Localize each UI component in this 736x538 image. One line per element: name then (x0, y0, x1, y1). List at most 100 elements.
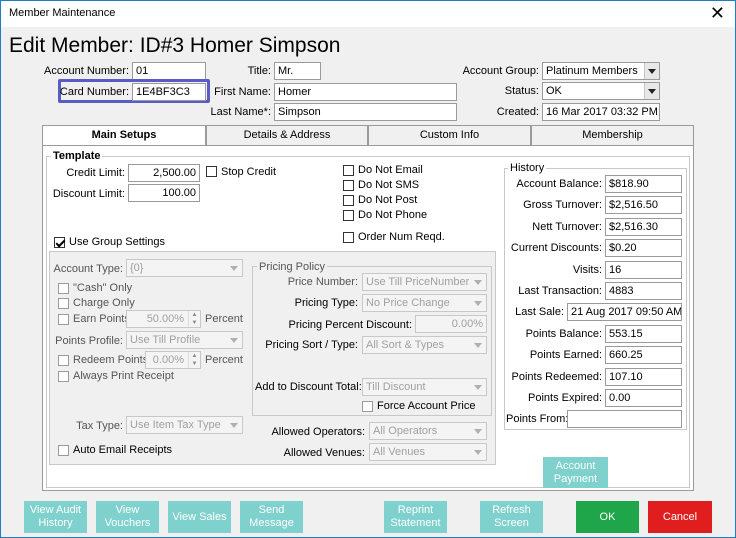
tab-main-setups[interactable]: Main Setups (42, 125, 206, 146)
redeem-points-value: 0.00% (152, 354, 184, 366)
status-value: OK (546, 85, 562, 97)
account-payment-button[interactable]: Account Payment (543, 457, 608, 488)
account-group-select[interactable]: Platinum Members (542, 62, 660, 80)
account-number-field[interactable]: 01 (132, 62, 206, 80)
redeem-points-checkbox[interactable] (58, 355, 69, 366)
chevron-down-icon (644, 83, 659, 99)
allowed-venues-label: Allowed Venues: (283, 447, 365, 459)
do-not-post-label: Do Not Post (358, 194, 418, 206)
template-heading: Template (51, 150, 103, 162)
tax-type-label: Tax Type: (76, 420, 123, 432)
add-discount-label: Add to Discount Total: (255, 381, 362, 393)
account-type-select[interactable]: {0} (126, 259, 243, 277)
view-sales-button[interactable]: View Sales (168, 501, 231, 533)
created-label: Created: (496, 106, 539, 118)
earn-points-label: Earn Points (73, 313, 130, 325)
title-bar: Member Maintenance ✕ (1, 1, 735, 27)
tab-details-address[interactable]: Details & Address (206, 125, 368, 145)
send-message-button[interactable]: Send Message (240, 501, 303, 533)
history-label: Current Discounts: (510, 242, 602, 255)
tax-type-select[interactable]: Use Item Tax Type (126, 416, 243, 434)
last-name-field[interactable]: Simpson (274, 103, 457, 121)
refresh-screen-button[interactable]: Refresh Screen (480, 501, 543, 533)
reprint-line2: Statement (390, 517, 441, 529)
order-num-reqd-checkbox[interactable] (343, 232, 354, 243)
discount-limit-field[interactable]: 100.00 (128, 184, 200, 202)
view-vouchers-line1: View (115, 504, 140, 516)
spinner-icon: ▲ ▼ (188, 311, 200, 327)
view-audit-line2: History (38, 517, 73, 529)
first-name-field[interactable]: Homer (274, 83, 457, 101)
earn-points-field[interactable]: 50.00% ▲ ▼ (126, 310, 201, 328)
view-vouchers-button[interactable]: View Vouchers (96, 501, 159, 533)
spinner-icon: ▲ ▼ (188, 352, 200, 368)
history-value: 0.00 (605, 389, 682, 407)
first-name-label: First Name: (214, 86, 271, 98)
pricing-type-select[interactable]: No Price Change (362, 294, 487, 312)
charge-only-checkbox[interactable] (58, 298, 69, 309)
credit-limit-label: Credit Limit: (66, 167, 125, 179)
history-value: $818.90 (605, 175, 682, 193)
history-label: Last Sale: (515, 306, 564, 319)
force-account-price-checkbox[interactable] (362, 401, 373, 412)
status-select[interactable]: OK (542, 82, 660, 100)
history-label: Last Transaction: (518, 285, 602, 297)
history-value: 660.25 (605, 346, 682, 365)
auto-email-receipts-checkbox[interactable] (58, 445, 69, 456)
card-number-field[interactable]: 1E4BF3C3 (132, 83, 206, 101)
use-group-settings-label: Use Group Settings (69, 236, 165, 248)
close-icon[interactable]: ✕ (710, 3, 725, 23)
redeem-points-field[interactable]: 0.00% ▲ ▼ (145, 351, 201, 369)
force-account-price-label: Force Account Price (377, 400, 476, 412)
refresh-line1: Refresh (492, 504, 531, 516)
do-not-post-checkbox[interactable] (343, 195, 354, 206)
charge-only-label: Charge Only (73, 297, 135, 309)
history-value: 21 Aug 2017 09:50 AM (567, 303, 682, 322)
pricing-percent-field[interactable]: 0.00% (415, 315, 487, 333)
tab-membership[interactable]: Membership (531, 125, 694, 145)
always-print-receipt-checkbox[interactable] (58, 371, 69, 382)
ok-button[interactable]: OK (576, 501, 639, 533)
points-profile-select[interactable]: Use Till Profile (126, 331, 243, 349)
do-not-email-label: Do Not Email (358, 164, 423, 176)
history-label: Visits: (572, 263, 602, 276)
add-discount-select[interactable]: Till Discount (362, 378, 487, 396)
history-value: 107.10 (605, 367, 682, 386)
title-field[interactable]: Mr. (274, 62, 321, 80)
redeem-points-percent-label: Percent (205, 354, 243, 366)
tab-custom-info[interactable]: Custom Info (368, 125, 531, 145)
history-label: Nett Turnover: (532, 220, 602, 233)
price-number-select[interactable]: Use Till PriceNumber (362, 273, 487, 291)
member-maintenance-window: Member Maintenance ✕ Edit Member: ID#3 H… (0, 0, 736, 538)
do-not-phone-checkbox[interactable] (343, 210, 354, 221)
history-value: 553.15 (605, 324, 682, 343)
view-audit-history-button[interactable]: View Audit History (24, 501, 87, 533)
allowed-operators-select[interactable]: All Operators (369, 422, 487, 440)
view-vouchers-line2: Vouchers (104, 517, 151, 529)
use-group-settings-checkbox[interactable] (54, 237, 65, 248)
order-num-reqd-label: Order Num Reqd. (358, 231, 445, 243)
history-label: Points Redeemed: (511, 370, 603, 383)
cash-only-label: "Cash" Only (73, 282, 133, 294)
credit-limit-field[interactable]: 2,500.00 (128, 164, 200, 182)
reprint-statement-button[interactable]: Reprint Statement (384, 501, 447, 533)
do-not-email-checkbox[interactable] (343, 165, 354, 176)
pricing-sort-select[interactable]: All Sort & Types (362, 336, 487, 354)
account-group-label: Account Group: (462, 65, 539, 77)
history-label: Points Balance: (525, 327, 602, 340)
earn-points-value: 50.00% (146, 313, 184, 325)
refresh-line2: Screen (494, 517, 529, 529)
created-field: 16 Mar 2017 03:32 PM (542, 103, 660, 121)
account-number-label: Account Number: (44, 65, 129, 77)
stop-credit-checkbox[interactable] (206, 166, 217, 177)
earn-points-checkbox[interactable] (58, 314, 69, 325)
history-value: 16 (605, 260, 682, 279)
do-not-sms-label: Do Not SMS (358, 179, 420, 191)
allowed-venues-select[interactable]: All Venues (369, 443, 487, 461)
history-value[interactable] (567, 410, 682, 429)
do-not-sms-checkbox[interactable] (343, 180, 354, 191)
history-label: Gross Turnover: (523, 199, 602, 212)
cancel-button[interactable]: Cancel (648, 501, 712, 533)
cash-only-checkbox[interactable] (58, 283, 69, 294)
view-audit-line1: View Audit (29, 504, 82, 516)
